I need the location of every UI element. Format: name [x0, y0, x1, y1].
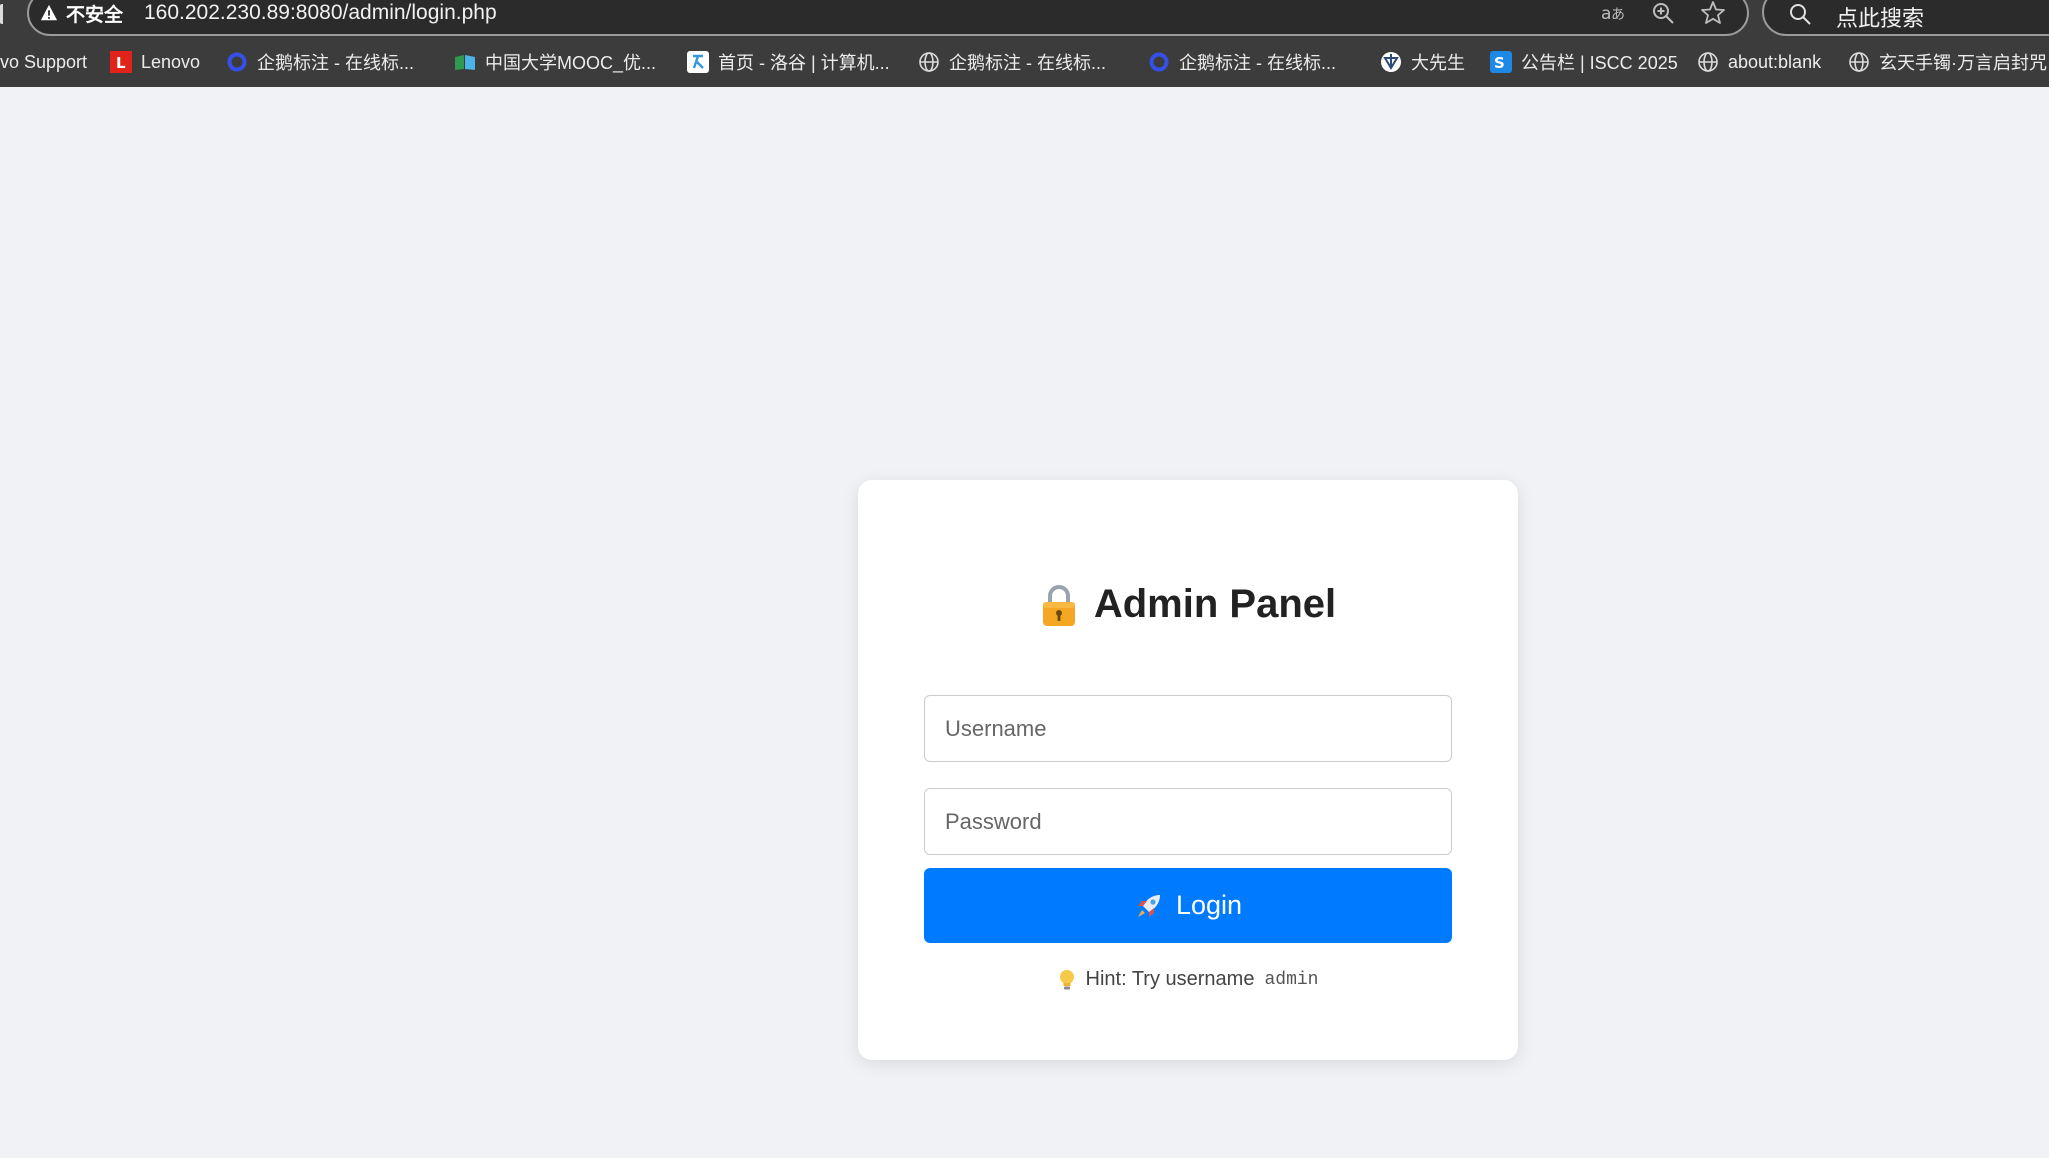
rocket-icon [1137, 894, 1160, 917]
mooc-icon [455, 55, 475, 70]
hint-username-code: admin [1264, 969, 1319, 990]
svg-text:L: L [116, 54, 126, 72]
search-box[interactable]: 点此搜索 [1762, 0, 2049, 36]
dxs-icon [1381, 52, 1401, 72]
luogu-icon [687, 51, 709, 73]
bookmark-item[interactable]: L Lenovo [110, 50, 200, 74]
bookmark-item[interactable]: S 公告栏 | ISCC 2025 [1490, 50, 1678, 74]
browser-address-row: 不安全 160.202.230.89:8080/admin/login.php … [0, 0, 2049, 36]
lock-icon [1042, 584, 1075, 626]
ring-icon [227, 52, 247, 72]
bookmark-label: Lenovo [141, 51, 201, 72]
panel-heading: Admin Panel [858, 582, 1518, 627]
username-input[interactable] [924, 695, 1452, 762]
password-input[interactable] [924, 788, 1452, 855]
search-icon [1790, 4, 1811, 25]
lenovo-icon: L [110, 51, 132, 73]
bookmark-label: 企鹅标注 - 在线标... [949, 53, 1106, 73]
bookmark-label: 首页 - 洛谷 | 计算机... [718, 53, 890, 73]
globe-icon [1698, 52, 1718, 72]
svg-text:S: S [1494, 54, 1505, 72]
svg-text:a: a [1601, 4, 1611, 24]
hint-text: Hint: Try username admin [858, 968, 1518, 991]
security-indicator[interactable]: 不安全 [40, 1, 124, 26]
login-button-label: Login [1175, 890, 1243, 920]
bookmark-label: about:blank [1728, 51, 1822, 72]
bookmarks-bar: vo Support L Lenovo 企鹅标注 - 在线标... 中国大学MO… [0, 36, 2049, 87]
bookmark-item[interactable]: vo Support [0, 50, 87, 74]
bookmark-label: 中国大学MOOC_优... [485, 53, 657, 73]
login-card: Admin Panel Login Hint: Try username adm… [858, 480, 1518, 1060]
page-title: Admin Panel [1093, 582, 1337, 626]
bookmark-label: 企鹅标注 - 在线标... [257, 53, 414, 73]
globe-icon [919, 52, 939, 72]
search-placeholder: 点此搜索 [1836, 6, 1925, 31]
bookmark-label: 大先生 [1411, 53, 1465, 73]
bookmark-item[interactable]: 企鹅标注 - 在线标... [226, 50, 414, 74]
bookmark-item[interactable]: 首页 - 洛谷 | 计算机... [687, 50, 890, 74]
zoom-icon[interactable] [1650, 0, 1676, 26]
bookmark-item[interactable]: 企鹅标注 - 在线标... [1148, 50, 1336, 74]
bookmark-item[interactable]: about:blank [1697, 50, 1821, 74]
lightbulb-icon [1059, 969, 1074, 989]
iscc-icon: S [1490, 51, 1512, 73]
url-text[interactable]: 160.202.230.89:8080/admin/login.php [144, 0, 497, 26]
back-button-edge[interactable] [0, 4, 6, 24]
bookmark-item[interactable]: 企鹅标注 - 在线标... [918, 50, 1106, 74]
globe-icon [1849, 52, 1869, 72]
bookmark-label: 玄天手镯·万言启封咒 [1879, 53, 2047, 73]
bookmark-item[interactable]: 大先生 [1380, 50, 1465, 74]
login-button[interactable]: Login [924, 868, 1452, 943]
bookmark-label: 企鹅标注 - 在线标... [1179, 53, 1336, 73]
bookmark-item[interactable]: 玄天手镯·万言启封咒 [1848, 50, 2047, 74]
security-label: 不安全 [66, 4, 124, 26]
bookmark-label: 公告栏 | ISCC 2025 [1521, 53, 1678, 73]
bookmark-item[interactable]: 中国大学MOOC_优... [454, 50, 656, 74]
star-icon[interactable] [1700, 0, 1726, 26]
omnibox-actions: a あ [1600, 0, 1726, 26]
hint-label: Hint: Try username [1085, 968, 1255, 990]
warning-icon [40, 4, 58, 21]
ring-icon [1149, 52, 1169, 72]
bookmark-label: vo Support [0, 51, 88, 72]
translate-icon[interactable]: a あ [1600, 0, 1626, 26]
svg-text:あ: あ [1611, 7, 1625, 23]
